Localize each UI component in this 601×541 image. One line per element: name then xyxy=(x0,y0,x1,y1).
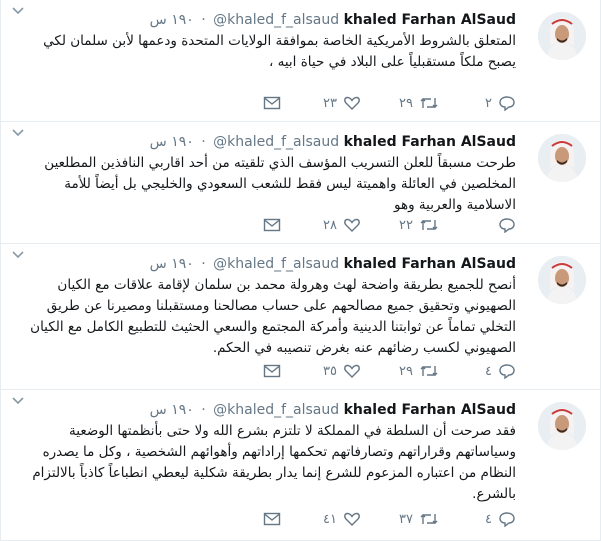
reply-icon xyxy=(499,512,515,527)
like-button[interactable]: ٤١ xyxy=(323,509,361,529)
tweet-text: طرحت مسبقاً للعلن التسريب المؤسف الذي تل… xyxy=(44,155,516,213)
like-button[interactable]: ٢٨ xyxy=(323,215,361,235)
avatar[interactable] xyxy=(538,402,586,450)
heart-icon xyxy=(344,364,360,378)
tweet-header: ١٩٠ س · @khaled_f_alsaud khaled Farhan A… xyxy=(150,132,516,152)
tweet-actions: ٢٢ ٢٨ xyxy=(226,215,516,237)
author-handle[interactable]: @khaled_f_alsaud xyxy=(213,256,339,272)
tweet[interactable]: ١٩٠ س · @khaled_f_alsaud khaled Farhan A… xyxy=(1,390,600,541)
chevron-down-icon[interactable] xyxy=(10,394,26,408)
like-count: ٢٣ xyxy=(323,95,337,111)
like-count: ٤١ xyxy=(323,511,337,527)
reply-count: ٢ xyxy=(485,95,492,111)
author-name[interactable]: khaled Farhan AlSaud xyxy=(344,134,516,150)
reply-icon xyxy=(499,96,515,111)
chevron-down-icon[interactable] xyxy=(10,248,26,262)
tweet-actions: ٤ ٢٩ ٣٥ xyxy=(226,361,516,383)
chevron-down-icon[interactable] xyxy=(10,4,26,18)
tweet-time[interactable]: ١٩٠ س xyxy=(150,254,194,274)
tweet-header: ١٩٠ س · @khaled_f_alsaud khaled Farhan A… xyxy=(150,400,516,420)
envelope-icon xyxy=(263,364,281,378)
reply-count: ٤ xyxy=(485,511,492,527)
heart-icon xyxy=(344,218,360,232)
author-name[interactable]: khaled Farhan AlSaud xyxy=(344,12,516,28)
retweet-count: ٣٧ xyxy=(399,511,413,527)
tweet-actions: ٢ ٢٩ ٢٣ xyxy=(226,93,516,115)
tweet-time[interactable]: ١٩٠ س xyxy=(150,10,194,30)
direct-message-button[interactable] xyxy=(263,93,281,113)
tweet-timeline: ١٩٠ س · @khaled_f_alsaud khaled Farhan A… xyxy=(1,0,600,541)
retweet-button[interactable]: ٢٩ xyxy=(399,361,439,381)
retweet-button[interactable]: ٢٩ xyxy=(399,93,439,113)
retweet-icon xyxy=(420,366,438,376)
retweet-icon xyxy=(420,98,438,108)
retweet-button[interactable]: ٣٧ xyxy=(399,509,439,529)
retweet-icon xyxy=(420,514,438,524)
avatar[interactable] xyxy=(538,256,586,304)
envelope-icon xyxy=(263,512,281,526)
reply-button[interactable]: ٢ xyxy=(485,93,516,113)
heart-icon xyxy=(344,96,360,110)
retweet-button[interactable]: ٢٢ xyxy=(399,215,439,235)
retweet-icon xyxy=(420,220,438,230)
retweet-count: ٢٢ xyxy=(399,217,413,233)
reply-button[interactable]: ٤ xyxy=(485,509,516,529)
avatar[interactable] xyxy=(538,12,586,60)
tweet-header: ١٩٠ س · @khaled_f_alsaud khaled Farhan A… xyxy=(150,10,516,30)
like-count: ٢٨ xyxy=(323,217,337,233)
direct-message-button[interactable] xyxy=(263,509,281,529)
reply-icon xyxy=(499,218,515,233)
author-handle[interactable]: @khaled_f_alsaud xyxy=(213,134,339,150)
tweet-text: أنصح للجميع بطريقة واضحة لهث وهرولة محمد… xyxy=(30,277,516,356)
tweet[interactable]: ١٩٠ س · @khaled_f_alsaud khaled Farhan A… xyxy=(1,0,600,122)
tweet-header: ١٩٠ س · @khaled_f_alsaud khaled Farhan A… xyxy=(150,254,516,274)
tweet-text: فقد صرحت أن السلطة في المملكة لا تلتزم ب… xyxy=(32,423,516,502)
reply-button[interactable] xyxy=(492,215,516,235)
author-handle[interactable]: @khaled_f_alsaud xyxy=(213,402,339,418)
author-name[interactable]: khaled Farhan AlSaud xyxy=(344,256,516,272)
author-name[interactable]: khaled Farhan AlSaud xyxy=(344,402,516,418)
tweet[interactable]: ١٩٠ س · @khaled_f_alsaud khaled Farhan A… xyxy=(1,244,600,390)
like-button[interactable]: ٢٣ xyxy=(323,93,361,113)
tweet[interactable]: ١٩٠ س · @khaled_f_alsaud khaled Farhan A… xyxy=(1,122,600,244)
retweet-count: ٢٩ xyxy=(399,363,413,379)
separator-dot: · xyxy=(201,134,206,150)
reply-count: ٤ xyxy=(485,363,492,379)
tweet-time[interactable]: ١٩٠ س xyxy=(150,132,194,152)
tweet-actions: ٤ ٣٧ ٤١ xyxy=(226,509,516,531)
direct-message-button[interactable] xyxy=(263,215,281,235)
like-button[interactable]: ٣٥ xyxy=(323,361,361,381)
like-count: ٣٥ xyxy=(323,363,337,379)
tweet-time[interactable]: ١٩٠ س xyxy=(150,400,194,420)
tweet-text: المتعلق بالشروط الأمريكية الخاصة بموافقة… xyxy=(43,33,516,70)
chevron-down-icon[interactable] xyxy=(10,126,26,140)
separator-dot: · xyxy=(201,256,206,272)
retweet-count: ٢٩ xyxy=(399,95,413,111)
separator-dot: · xyxy=(201,402,206,418)
direct-message-button[interactable] xyxy=(263,361,281,381)
author-handle[interactable]: @khaled_f_alsaud xyxy=(213,12,339,28)
heart-icon xyxy=(344,512,360,526)
envelope-icon xyxy=(263,96,281,110)
reply-button[interactable]: ٤ xyxy=(485,361,516,381)
envelope-icon xyxy=(263,218,281,232)
separator-dot: · xyxy=(201,12,206,28)
avatar[interactable] xyxy=(538,134,586,182)
reply-icon xyxy=(499,364,515,379)
